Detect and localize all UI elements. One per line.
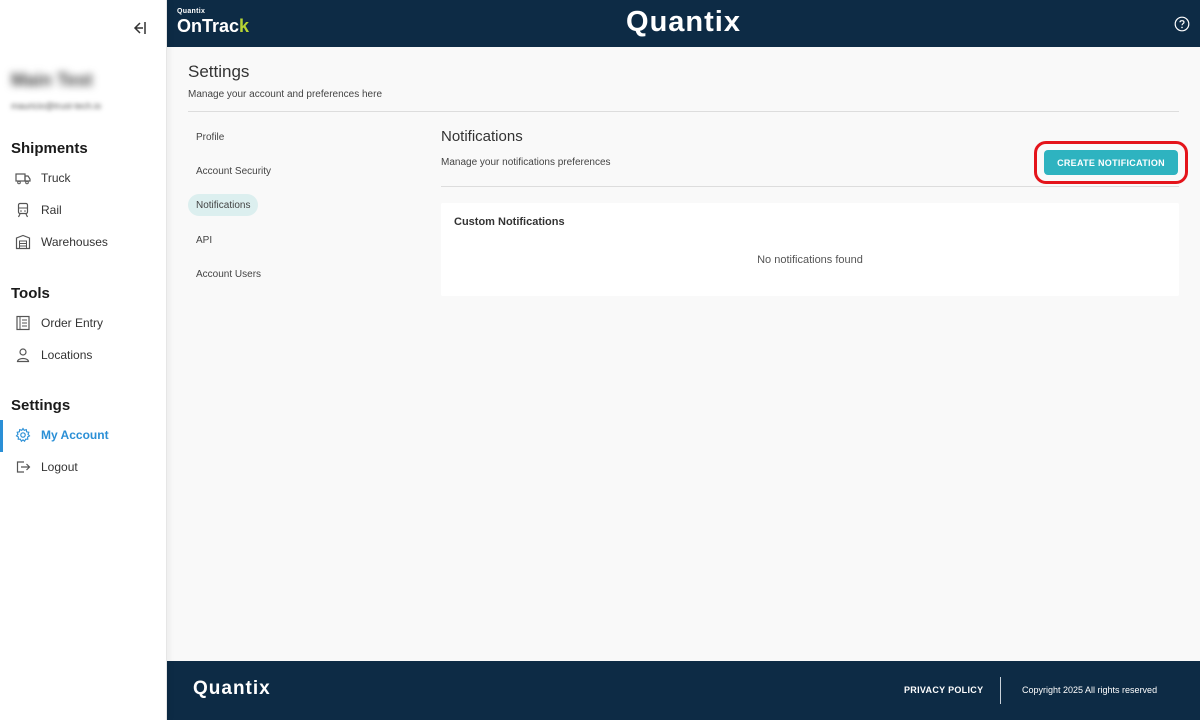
logout-icon bbox=[15, 459, 31, 475]
section-title-shipments: Shipments bbox=[11, 140, 88, 157]
notifications-subtitle: Manage your notifications preferences bbox=[441, 157, 611, 168]
footer-logo: Quantix bbox=[193, 678, 271, 699]
person-location-icon bbox=[15, 347, 31, 363]
logo-top-text: Quantix bbox=[177, 8, 206, 15]
sidebar-item-label: Logout bbox=[41, 460, 78, 474]
page-subtitle: Manage your account and preferences here bbox=[188, 89, 383, 100]
content-divider bbox=[441, 186, 1179, 187]
header-divider bbox=[188, 111, 1179, 112]
top-header: Quantix OnTrack Quantix bbox=[167, 0, 1200, 47]
logo-main-text: OnTrac bbox=[177, 16, 240, 36]
collapse-left-icon[interactable] bbox=[128, 18, 148, 38]
help-circle-icon[interactable] bbox=[1174, 16, 1190, 32]
sidebar-item-logout[interactable]: Logout bbox=[0, 452, 166, 482]
section-title-tools: Tools bbox=[11, 285, 50, 302]
user-name: Main Test bbox=[11, 70, 93, 90]
truck-icon bbox=[15, 170, 31, 186]
custom-notifications-card: Custom Notifications No notifications fo… bbox=[441, 203, 1179, 296]
settings-nav-account-security[interactable]: Account Security bbox=[188, 160, 279, 182]
privacy-policy-link[interactable]: PRIVACY POLICY bbox=[904, 685, 983, 695]
sidebar-item-label: Truck bbox=[41, 171, 71, 185]
quantix-logo: Quantix bbox=[626, 6, 741, 38]
sidebar-item-label: Warehouses bbox=[41, 235, 108, 249]
settings-nav-api[interactable]: API bbox=[188, 229, 220, 251]
sidebar-item-my-account[interactable]: My Account bbox=[0, 420, 166, 452]
footer-separator bbox=[1000, 677, 1001, 704]
notifications-title: Notifications bbox=[441, 128, 523, 145]
sidebar-item-label: My Account bbox=[41, 428, 109, 442]
main-content: Settings Manage your account and prefere… bbox=[167, 47, 1200, 661]
settings-nav-account-users[interactable]: Account Users bbox=[188, 263, 269, 285]
settings-nav-notifications[interactable]: Notifications bbox=[188, 194, 259, 216]
gear-icon bbox=[15, 427, 31, 443]
empty-state-text: No notifications found bbox=[757, 254, 863, 266]
sidebar-item-order-entry[interactable]: Order Entry bbox=[0, 308, 166, 338]
sidebar-item-label: Order Entry bbox=[41, 316, 104, 330]
settings-nav-profile[interactable]: Profile bbox=[188, 126, 232, 148]
sidebar-item-truck[interactable]: Truck bbox=[0, 163, 166, 193]
ontrack-logo[interactable]: Quantix OnTrack bbox=[177, 8, 249, 37]
create-notification-button[interactable]: CREATE NOTIFICATION bbox=[1044, 150, 1178, 175]
sidebar-item-label: Locations bbox=[41, 348, 93, 362]
sidebar: Main Test mauricio@trust-tech.io Shipmen… bbox=[0, 0, 167, 720]
sidebar-item-rail[interactable]: Rail bbox=[0, 195, 166, 225]
sidebar-item-label: Rail bbox=[41, 203, 62, 217]
section-title-settings: Settings bbox=[11, 397, 71, 414]
warehouse-icon bbox=[15, 234, 31, 250]
train-icon bbox=[15, 202, 31, 218]
footer: Quantix PRIVACY POLICY Copyright 2025 Al… bbox=[167, 661, 1200, 720]
logo-accent-text: k bbox=[239, 16, 250, 36]
user-email: mauricio@trust-tech.io bbox=[11, 101, 102, 111]
sidebar-item-locations[interactable]: Locations bbox=[0, 340, 166, 370]
card-title: Custom Notifications bbox=[454, 216, 565, 228]
page-title: Settings bbox=[188, 62, 250, 81]
sidebar-item-warehouses[interactable]: Warehouses bbox=[0, 227, 166, 257]
copyright-text: Copyright 2025 All rights reserved bbox=[1022, 685, 1158, 695]
order-list-icon bbox=[15, 315, 31, 331]
